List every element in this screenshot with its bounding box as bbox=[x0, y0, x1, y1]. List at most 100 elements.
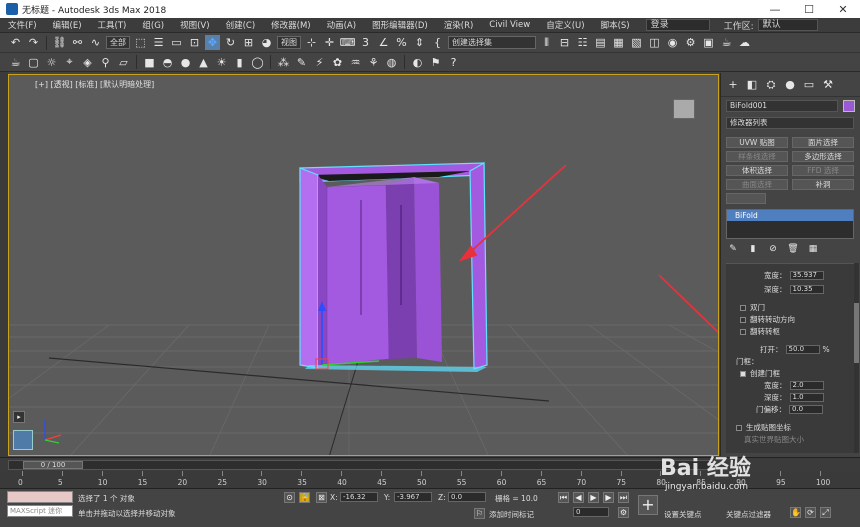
viewcube[interactable] bbox=[673, 99, 695, 119]
select-by-name-icon[interactable]: ☰ bbox=[151, 35, 166, 50]
vol-select-button[interactable]: 体积选择 bbox=[726, 165, 788, 176]
menu-view[interactable]: 视图(V) bbox=[172, 19, 217, 31]
pin-stack-icon[interactable]: ✎ bbox=[727, 243, 739, 255]
menu-customize[interactable]: 自定义(U) bbox=[538, 19, 592, 31]
select-move-icon[interactable]: ✥ bbox=[205, 35, 220, 50]
current-frame-field[interactable]: 0 bbox=[573, 507, 609, 517]
menu-graph-editors[interactable]: 图形编辑器(D) bbox=[364, 19, 436, 31]
ffd-select-button[interactable]: FFD 选择 bbox=[792, 165, 854, 176]
time-tag-icon[interactable]: ⚐ bbox=[474, 508, 485, 519]
reactor-icon[interactable]: ◍ bbox=[384, 55, 399, 70]
double-door-row[interactable]: 双门 bbox=[740, 302, 765, 313]
object-color-swatch[interactable] bbox=[843, 100, 855, 112]
keyboard-shortcut-icon[interactable]: ⌨ bbox=[340, 35, 356, 50]
wire-icon[interactable]: ⚡ bbox=[312, 55, 327, 70]
viewport-layout-icon[interactable] bbox=[13, 430, 33, 450]
isolate-icon[interactable]: ⊙ bbox=[284, 492, 295, 503]
y-coord-field[interactable]: -3.967 bbox=[394, 492, 432, 502]
maximize-button[interactable]: ☐ bbox=[792, 0, 826, 18]
configure-sets-button[interactable] bbox=[726, 193, 766, 204]
helper-icon[interactable]: ◈ bbox=[80, 55, 95, 70]
render-a360-icon[interactable]: ☁ bbox=[737, 35, 752, 50]
modify-tab-icon[interactable]: ◧ bbox=[746, 78, 758, 91]
play-icon[interactable]: ▶ bbox=[588, 492, 599, 503]
set-key-label[interactable]: 设置关键点 bbox=[664, 509, 702, 520]
time-slider[interactable]: 0 / 100 bbox=[8, 460, 713, 470]
menu-scripting[interactable]: 脚本(S) bbox=[593, 19, 638, 31]
minimize-button[interactable]: — bbox=[758, 0, 792, 18]
link-icon[interactable]: ⛓ bbox=[52, 35, 67, 50]
menu-create[interactable]: 创建(C) bbox=[218, 19, 264, 31]
utilities-tab-icon[interactable]: ⚒ bbox=[822, 78, 834, 91]
graphite-toggle-icon[interactable]: ▦ bbox=[611, 35, 626, 50]
time-slider-thumb[interactable]: 0 / 100 bbox=[23, 461, 83, 469]
teapot-icon[interactable]: ☕ bbox=[8, 55, 23, 70]
pan-icon[interactable]: ✋ bbox=[790, 507, 801, 518]
prev-frame-icon[interactable]: ◀ bbox=[573, 492, 584, 503]
remove-modifier-icon[interactable]: 🗑 bbox=[787, 243, 799, 255]
particle-icon[interactable]: ⁂ bbox=[276, 55, 291, 70]
goto-end-icon[interactable]: ⏭ bbox=[618, 492, 629, 503]
frame-offset-spinner[interactable]: 0.0 bbox=[789, 405, 823, 414]
bifold-door-model[interactable] bbox=[299, 161, 488, 372]
menu-civil-view[interactable]: Civil View bbox=[481, 20, 538, 30]
poly-select-button[interactable]: 多边形选择 bbox=[792, 151, 854, 162]
edit-named-sel-icon[interactable]: { bbox=[430, 35, 445, 50]
panel-scrollbar[interactable] bbox=[854, 263, 859, 453]
frame-width-spinner[interactable]: 2.0 bbox=[789, 381, 824, 390]
uvw-map-button[interactable]: UVW 贴图 bbox=[726, 137, 788, 148]
spinner-snap-icon[interactable]: ⇕ bbox=[412, 35, 427, 50]
flip-swing-checkbox[interactable] bbox=[740, 316, 746, 323]
scene-explorer-icon[interactable]: ▤ bbox=[593, 35, 608, 50]
container-icon[interactable]: ▢ bbox=[26, 55, 41, 70]
unlink-icon[interactable]: ⚯ bbox=[70, 35, 85, 50]
menu-rendering[interactable]: 渲染(R) bbox=[436, 19, 482, 31]
flag-icon[interactable]: ⚑ bbox=[428, 55, 443, 70]
menu-animation[interactable]: 动画(A) bbox=[319, 19, 364, 31]
render-setup-icon[interactable]: ⚙ bbox=[683, 35, 698, 50]
undo-icon[interactable]: ↶ bbox=[8, 35, 23, 50]
width-spinner[interactable]: 35.937 bbox=[789, 271, 824, 280]
z-coord-field[interactable]: 0.0 bbox=[448, 492, 486, 502]
scrollbar-thumb[interactable] bbox=[854, 303, 859, 363]
motion-tab-icon[interactable]: ● bbox=[784, 78, 796, 91]
create-frame-checkbox[interactable] bbox=[740, 370, 746, 377]
select-scale-icon[interactable]: ⊞ bbox=[241, 35, 256, 50]
pivot-center-icon[interactable]: ⊹ bbox=[304, 35, 319, 50]
flip-hinge-row[interactable]: 翻转转枢 bbox=[740, 326, 780, 337]
add-time-tag[interactable]: 添加时间标记 bbox=[489, 509, 534, 520]
object-name-field[interactable]: BiFold001 bbox=[726, 100, 838, 112]
hair-icon[interactable]: ♒ bbox=[348, 55, 363, 70]
goto-start-icon[interactable]: ⏮ bbox=[558, 492, 569, 503]
cone-icon[interactable]: ▲ bbox=[196, 55, 211, 70]
maximize-viewport-icon[interactable]: ⤢ bbox=[820, 507, 831, 518]
light-list-icon[interactable]: ☼ bbox=[44, 55, 59, 70]
absolute-mode-icon[interactable]: ⊠ bbox=[316, 492, 327, 503]
bind-spacewarp-icon[interactable]: ∿ bbox=[88, 35, 103, 50]
key-filter-button[interactable]: 关键点过滤器 bbox=[726, 509, 771, 520]
hierarchy-tab-icon[interactable]: ⛭ bbox=[765, 78, 777, 91]
create-frame-row[interactable]: 创建门框 bbox=[740, 368, 780, 379]
sun-icon[interactable]: ☀ bbox=[214, 55, 229, 70]
flip-hinge-checkbox[interactable] bbox=[740, 328, 746, 335]
perspective-viewport[interactable]: [+] [透视] [标准] [默认明暗处理] ▸ bbox=[8, 74, 719, 456]
rect-selection-icon[interactable]: ▭ bbox=[169, 35, 184, 50]
show-end-result-icon[interactable]: ▮ bbox=[747, 243, 759, 255]
menu-edit[interactable]: 编辑(E) bbox=[45, 19, 90, 31]
menu-group[interactable]: 组(G) bbox=[134, 19, 172, 31]
login-dropdown[interactable]: 登录 bbox=[645, 19, 710, 31]
viewport-label[interactable]: [+] [透视] [标准] [默认明暗处理] bbox=[35, 79, 154, 90]
globe-icon[interactable]: ◐ bbox=[410, 55, 425, 70]
configure-modifier-icon[interactable]: ▦ bbox=[807, 243, 819, 255]
box-icon[interactable]: ■ bbox=[142, 55, 157, 70]
cap-holes-button[interactable]: 补洞 bbox=[792, 179, 854, 190]
modifier-stack[interactable]: BiFold bbox=[726, 209, 854, 239]
brush-icon[interactable]: ✎ bbox=[294, 55, 309, 70]
rendered-frame-icon[interactable]: ▣ bbox=[701, 35, 716, 50]
hemisphere-icon[interactable]: ◓ bbox=[160, 55, 175, 70]
named-selection-dropdown[interactable]: 创建选择集 bbox=[448, 36, 536, 49]
maxscript-listener[interactable] bbox=[7, 491, 73, 503]
gen-map-row[interactable]: 生成贴图坐标 bbox=[736, 422, 791, 433]
patch-select-button[interactable]: 面片选择 bbox=[792, 137, 854, 148]
display-tab-icon[interactable]: ▭ bbox=[803, 78, 815, 91]
